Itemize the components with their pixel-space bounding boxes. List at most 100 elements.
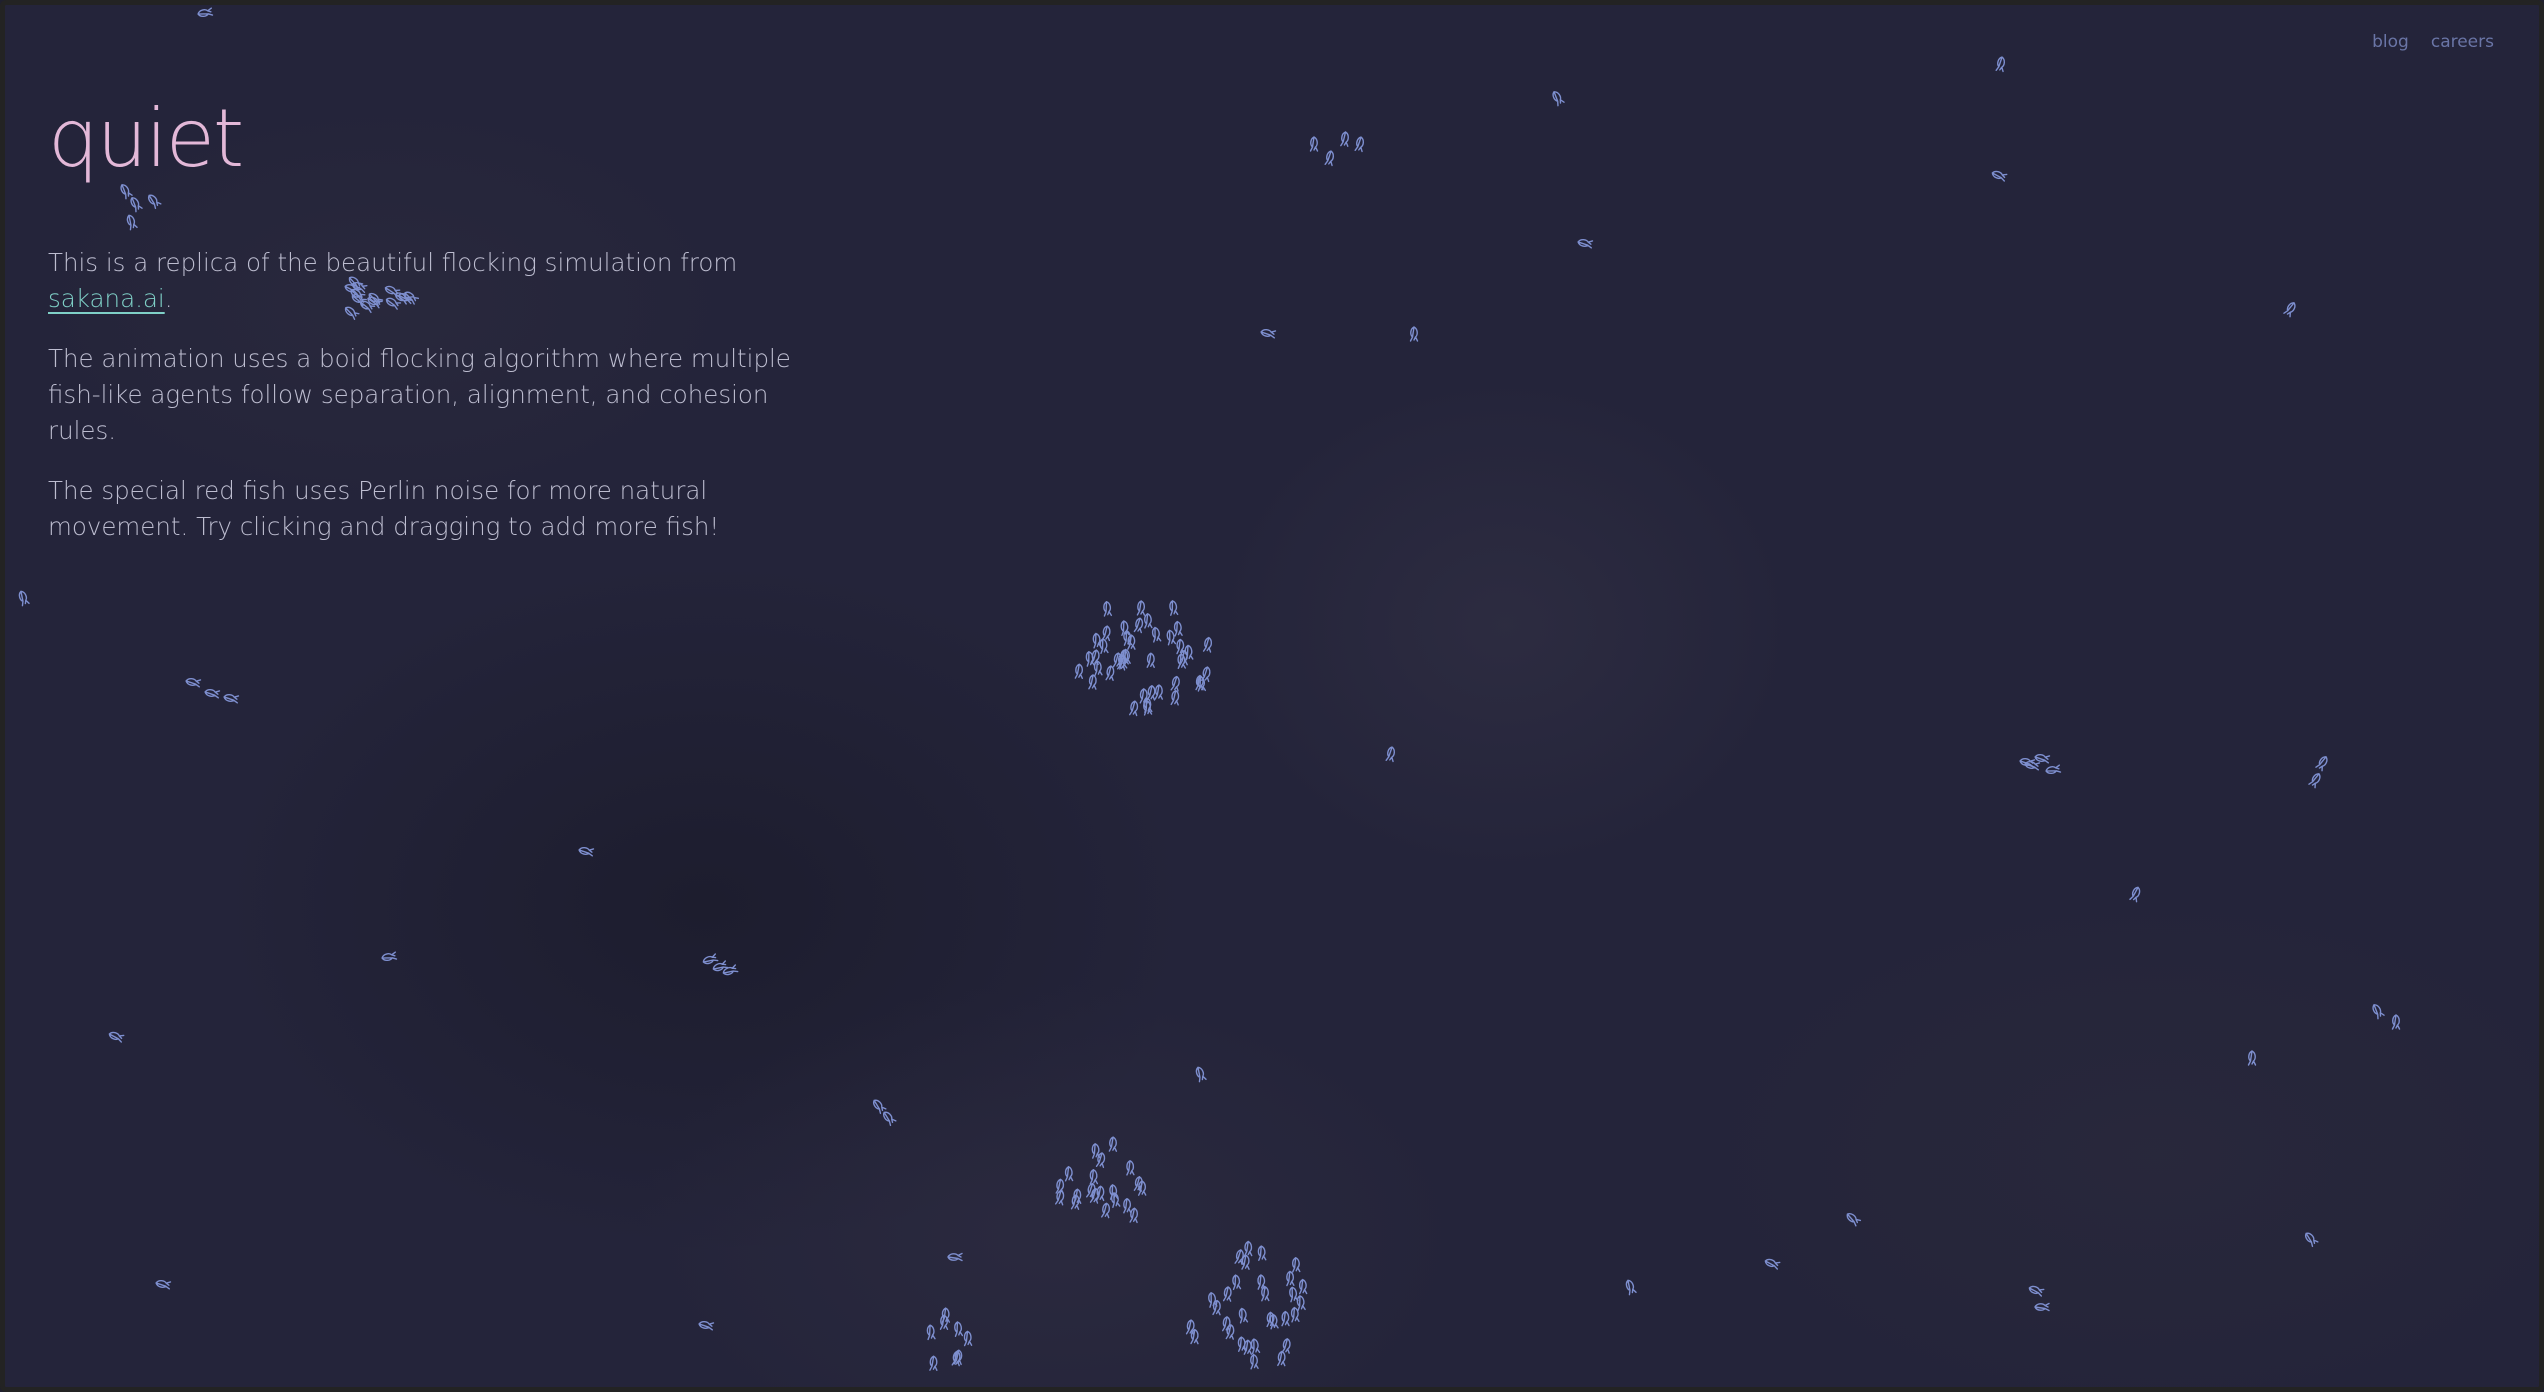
fish-boid <box>1101 1202 1110 1219</box>
fish-boid <box>1212 1299 1221 1316</box>
fish-boid <box>1277 1350 1286 1367</box>
fish-boid <box>2308 773 2321 789</box>
fish-boid <box>204 688 221 699</box>
fish-boid <box>1244 1240 1253 1257</box>
fish-boid <box>1281 1310 1290 1327</box>
fish-boid <box>1086 1182 1096 1199</box>
fish-boid <box>1185 1319 1195 1335</box>
fish-boid <box>1133 617 1144 634</box>
fish-boid <box>702 953 719 965</box>
fish-boid <box>1133 1176 1143 1192</box>
fish-boid <box>929 1355 938 1371</box>
fish-boid <box>185 677 202 688</box>
fish-boid <box>2247 1050 2257 1066</box>
fish-boid <box>1190 1328 1199 1345</box>
fish-boid <box>1324 150 1335 167</box>
intro-content: quiet This is a replica of the beautiful… <box>48 93 838 569</box>
fish-boid <box>873 1099 887 1115</box>
fish-boid <box>1296 1295 1306 1311</box>
fish-boid <box>963 1330 973 1347</box>
fish-boid <box>1095 1185 1105 1202</box>
fish-boid <box>1261 1285 1270 1302</box>
fish-boid <box>1126 1160 1135 1176</box>
fish-boid <box>2305 1232 2319 1248</box>
fish-boid <box>2315 756 2328 772</box>
fish-boid <box>1846 1213 1862 1227</box>
fish-boid <box>1170 675 1180 692</box>
fish-boid <box>2129 886 2141 903</box>
fish-boid <box>2034 753 2051 764</box>
fish-boid <box>1064 1166 1074 1182</box>
fish-boid <box>947 1252 963 1262</box>
fish-boid <box>1250 1353 1259 1370</box>
fish-boid <box>1070 1194 1080 1210</box>
fish-boid <box>2283 302 2296 318</box>
red-fish-paragraph: The special red fish uses Perlin noise f… <box>48 476 720 541</box>
fish-boid <box>1151 626 1162 643</box>
fish-boid <box>1208 1292 1218 1308</box>
fish-boid <box>1237 1336 1247 1352</box>
fish-boid <box>1129 1207 1138 1224</box>
fish-boid <box>1292 1257 1301 1273</box>
fish-boid <box>1409 326 1419 342</box>
fish-boid <box>1173 620 1183 637</box>
fish-boid <box>1089 1169 1099 1185</box>
fish-boid <box>1222 1286 1232 1302</box>
fish-boid <box>1202 636 1213 653</box>
fish-boid <box>712 960 729 972</box>
fish-boid <box>941 1307 951 1323</box>
fish-boid <box>1154 684 1163 700</box>
fish-boid <box>1281 1338 1291 1354</box>
fish-boid <box>108 1031 125 1043</box>
fish-boid <box>197 7 214 18</box>
simulation-frame: blog careers quiet This is a replica of … <box>0 0 2544 1392</box>
fish-boid <box>1146 652 1155 669</box>
fish-boid <box>2391 1014 2401 1030</box>
fish-boid <box>1250 1338 1261 1355</box>
fish-boid <box>1099 638 1109 655</box>
fish-boid <box>1385 746 1396 763</box>
fish-boid <box>18 590 30 607</box>
fish-boid <box>2034 1302 2050 1312</box>
fish-boid <box>1257 1245 1267 1261</box>
fish-boid <box>1146 685 1156 701</box>
fish-boid <box>1166 629 1177 646</box>
fish-boid <box>1286 1270 1295 1287</box>
fish-boid <box>1552 91 1565 107</box>
fish-boid <box>1232 1274 1242 1291</box>
fish-boid <box>1577 238 1594 249</box>
intro-period: . <box>164 284 173 313</box>
nav-blog-link[interactable]: blog <box>2372 32 2409 52</box>
fish-boid <box>1995 56 2006 73</box>
fish-boid <box>1088 674 1097 690</box>
fish-boid <box>1091 1143 1101 1159</box>
fish-boid <box>1309 136 1319 152</box>
algorithm-paragraph: The animation uses a boid flocking algor… <box>48 344 791 445</box>
nav-careers-link[interactable]: careers <box>2431 32 2494 52</box>
top-nav: blog careers <box>2372 32 2494 52</box>
fish-boid <box>1238 1307 1249 1324</box>
fish-boid <box>381 951 398 962</box>
fish-boid <box>1260 328 1277 339</box>
fish-boid <box>155 1279 172 1290</box>
fish-boid <box>1144 613 1153 629</box>
intro-text: This is a replica of the beautiful flock… <box>48 248 738 277</box>
fish-boid <box>1170 689 1180 706</box>
sakana-link[interactable]: sakana.ai <box>48 284 165 313</box>
fish-boid <box>1105 665 1115 682</box>
fish-boid <box>1625 1279 1637 1296</box>
fish-boid <box>1136 600 1146 616</box>
fish-boid <box>1354 136 1365 153</box>
fish-boid <box>926 1324 936 1341</box>
fish-boid <box>1991 170 2008 182</box>
fish-boid <box>1123 1197 1132 1214</box>
fish-boid <box>1195 1066 1207 1083</box>
page-title: quiet <box>48 92 244 185</box>
fish-boid <box>1764 1258 1781 1270</box>
intro-paragraph: This is a replica of the beautiful flock… <box>48 245 838 317</box>
fish-boid <box>2372 1004 2385 1020</box>
fish-boid <box>1108 1136 1118 1152</box>
fish-boid <box>578 846 595 857</box>
fish-boid <box>1129 700 1139 717</box>
fish-boid <box>1340 131 1349 147</box>
